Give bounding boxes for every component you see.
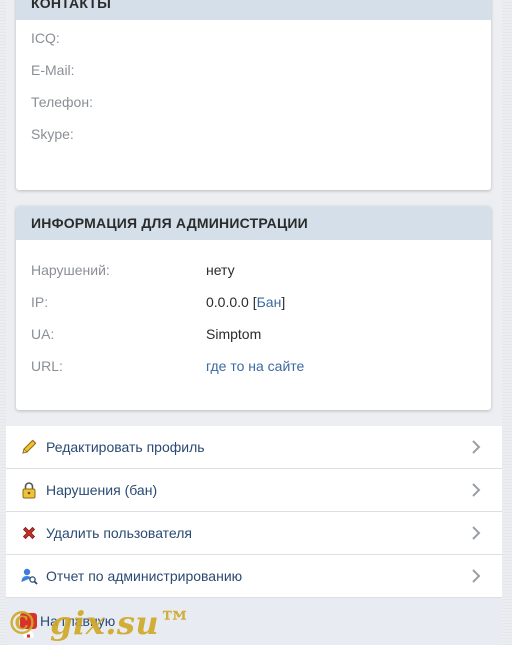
violations-value: нету bbox=[206, 262, 235, 278]
chevron-right-icon bbox=[472, 526, 481, 540]
site-watermark: © gix.su™ bbox=[6, 604, 192, 642]
padlock-icon bbox=[22, 482, 36, 499]
admin-row-ua: UA: Simptom bbox=[16, 318, 491, 350]
ip-value: 0.0.0.0 bbox=[206, 294, 249, 310]
red-x-icon bbox=[22, 526, 36, 540]
contact-row-email: E-Mail: bbox=[16, 54, 491, 86]
chevron-right-icon bbox=[472, 569, 481, 583]
chevron-right-icon bbox=[472, 483, 481, 497]
user-search-icon bbox=[21, 568, 38, 585]
contact-label-phone: Телефон: bbox=[31, 94, 93, 110]
url-label: URL: bbox=[31, 358, 63, 374]
menu-label-violations-ban: Нарушения (бан) bbox=[46, 482, 158, 498]
ip-value-group: 0.0.0.0 [Бан] bbox=[206, 286, 285, 318]
contacts-card-title: КОНТАКТЫ bbox=[16, 0, 491, 20]
menu-item-admin-report[interactable]: Отчет по администрированию bbox=[6, 555, 502, 598]
contact-row-skype: Skype: bbox=[16, 118, 491, 150]
admin-info-card-title: ИНФОРМАЦИЯ ДЛЯ АДМИНИСТРАЦИИ bbox=[16, 206, 491, 240]
contact-label-skype: Skype: bbox=[31, 126, 74, 142]
url-location-link[interactable]: где то на сайте bbox=[206, 350, 304, 382]
pencil-icon bbox=[22, 439, 37, 454]
admin-row-url: URL: где то на сайте bbox=[16, 350, 491, 382]
ua-label: UA: bbox=[31, 326, 55, 342]
menu-label-delete-user: Удалить пользователя bbox=[46, 525, 192, 541]
contact-label-email: E-Mail: bbox=[31, 62, 75, 78]
ban-bracket-close: ] bbox=[281, 294, 286, 310]
menu-label-edit-profile: Редактировать профиль bbox=[46, 439, 205, 455]
contacts-card: КОНТАКТЫ ICQ: E-Mail: Телефон: Skype: bbox=[16, 0, 491, 190]
menu-item-edit-profile[interactable]: Редактировать профиль bbox=[6, 426, 502, 469]
ip-label: IP: bbox=[31, 294, 49, 310]
menu-label-admin-report: Отчет по администрированию bbox=[46, 568, 243, 584]
contact-label-icq: ICQ: bbox=[31, 30, 60, 46]
chevron-right-icon bbox=[472, 440, 481, 454]
contact-row-icq: ICQ: bbox=[16, 22, 491, 54]
admin-row-violations: Нарушений: нету bbox=[16, 254, 491, 286]
ua-value: Simptom bbox=[206, 326, 262, 342]
menu-item-violations-ban[interactable]: Нарушения (бан) bbox=[6, 469, 502, 512]
violations-label: Нарушений: bbox=[31, 262, 110, 278]
contact-row-phone: Телефон: bbox=[16, 86, 491, 118]
menu-item-delete-user[interactable]: Удалить пользователя bbox=[6, 512, 502, 555]
profile-actions-menu: Редактировать профиль Нарушения (бан) Уд… bbox=[6, 426, 502, 598]
admin-row-ip: IP: 0.0.0.0 [Бан] bbox=[16, 286, 491, 318]
ban-ip-link[interactable]: Бан bbox=[257, 294, 282, 310]
admin-info-card: ИНФОРМАЦИЯ ДЛЯ АДМИНИСТРАЦИИ Нарушений: … bbox=[16, 206, 491, 410]
